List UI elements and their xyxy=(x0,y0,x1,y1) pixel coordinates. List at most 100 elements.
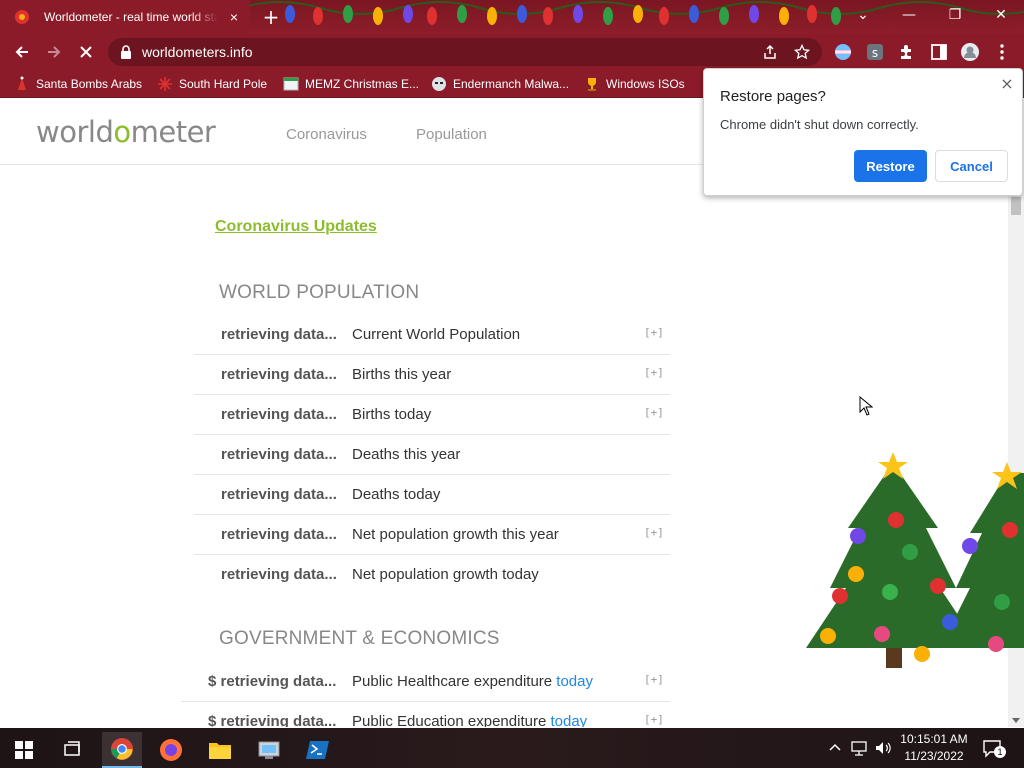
window-icon xyxy=(283,77,299,91)
tab-search-button[interactable]: ⌄ xyxy=(840,0,886,30)
stat-label: Births today xyxy=(352,406,432,423)
stat-value: retrieving data... xyxy=(221,446,337,463)
enderman-icon xyxy=(432,77,446,91)
system-clock[interactable]: 10:15:01 AM 11/23/2022 xyxy=(893,731,975,765)
stat-value: retrieving data... xyxy=(221,326,337,343)
logo-text-start: world xyxy=(36,115,114,149)
tab-title: Worldometer - real time world statistics xyxy=(44,10,218,24)
bookmark-label: South Hard Pole xyxy=(179,77,268,91)
bookmark-item[interactable]: Santa Bombs Arabs xyxy=(14,70,142,98)
network-icon[interactable] xyxy=(850,738,868,758)
scrollbar-thumb[interactable] xyxy=(1011,197,1021,215)
bookmark-item[interactable]: Endermanch Malwa... xyxy=(431,70,569,98)
taskbar-firefox[interactable] xyxy=(151,732,191,768)
stat-row: retrieving data... Net population growth… xyxy=(194,515,670,555)
close-icon xyxy=(80,46,92,58)
clock-time: 10:15:01 AM xyxy=(900,732,968,746)
svg-text:s: s xyxy=(872,46,878,60)
bookmark-item[interactable]: Windows ISOs xyxy=(584,70,685,98)
stat-label: Net population growth this year xyxy=(352,526,559,543)
chrome-icon xyxy=(111,738,133,760)
forward-button[interactable] xyxy=(42,40,66,64)
show-hidden-icons-chevron-icon[interactable] xyxy=(828,738,842,758)
side-panel-icon[interactable] xyxy=(929,42,949,62)
clock-date: 11/23/2022 xyxy=(904,749,964,763)
maximize-button[interactable]: ❐ xyxy=(932,0,978,30)
expand-toggle[interactable]: [+] xyxy=(644,406,664,419)
task-view-button[interactable] xyxy=(52,732,92,768)
expand-toggle[interactable]: [+] xyxy=(644,366,664,379)
dialog-close-icon[interactable]: × xyxy=(998,75,1016,93)
stat-label-today: today xyxy=(556,673,593,690)
cancel-button[interactable]: Cancel xyxy=(935,150,1008,182)
extension-s-icon[interactable]: s xyxy=(865,42,885,62)
coronavirus-updates-link[interactable]: Coronavirus Updates xyxy=(215,218,377,236)
taskbar-powershell[interactable] xyxy=(298,732,338,768)
stat-value: $ retrieving data... xyxy=(208,713,337,727)
stat-value: retrieving data... xyxy=(221,366,337,383)
stat-value: retrieving data... xyxy=(221,526,337,543)
task-view-icon xyxy=(64,741,80,756)
bookmark-label: Santa Bombs Arabs xyxy=(36,77,143,91)
expand-toggle[interactable]: [+] xyxy=(644,713,664,726)
stat-label: Deaths today xyxy=(352,486,441,503)
folder-icon xyxy=(209,743,231,759)
bookmark-label: Windows ISOs xyxy=(606,77,685,91)
address-bar[interactable]: worldometers.info xyxy=(108,38,822,66)
star-icon[interactable] xyxy=(794,44,810,60)
expand-toggle[interactable]: [+] xyxy=(644,526,664,539)
stat-value: retrieving data... xyxy=(221,486,337,503)
section-title-world-population: WORLD POPULATION xyxy=(219,282,420,303)
profile-avatar-icon[interactable] xyxy=(960,42,980,62)
stat-label: Births this year xyxy=(352,366,452,383)
stat-value: $ retrieving data... xyxy=(208,673,337,690)
expand-toggle[interactable]: [+] xyxy=(644,326,664,339)
expand-toggle[interactable]: [+] xyxy=(644,673,664,686)
stat-label: Net population growth today xyxy=(352,566,539,583)
volume-icon[interactable] xyxy=(874,738,892,758)
scroll-down-arrow-icon[interactable] xyxy=(1012,716,1020,724)
share-icon[interactable] xyxy=(762,44,778,60)
taskbar-file-explorer[interactable] xyxy=(200,732,240,768)
powershell-icon xyxy=(306,741,329,759)
taskbar-chrome[interactable] xyxy=(102,732,142,768)
stop-loading-button[interactable] xyxy=(74,40,98,64)
stat-row: $ retrieving data... Public Education ex… xyxy=(181,702,670,727)
control-panel-icon xyxy=(258,741,280,759)
extension-flag-icon[interactable] xyxy=(833,42,853,62)
nav-population[interactable]: Population xyxy=(416,126,487,143)
back-button[interactable] xyxy=(10,40,34,64)
restore-pages-dialog: Restore pages? Chrome didn't shut down c… xyxy=(703,68,1023,196)
new-tab-button[interactable]: + xyxy=(260,6,282,28)
stat-value: retrieving data... xyxy=(221,566,337,583)
stat-label-text: Public Education expenditure xyxy=(352,713,547,727)
taskbar-control-panel[interactable] xyxy=(249,732,289,768)
nav-coronavirus[interactable]: Coronavirus xyxy=(286,126,367,143)
restore-button[interactable]: Restore xyxy=(854,150,927,182)
logo-text-o: o xyxy=(113,115,131,149)
notification-badge: 1 xyxy=(994,746,1006,758)
active-tab[interactable]: Worldometer - real time world statistics… xyxy=(0,0,250,34)
tab-strip: Worldometer - real time world statistics… xyxy=(0,0,1024,34)
snowflake-icon xyxy=(158,77,172,91)
minimize-button[interactable]: — xyxy=(886,0,932,30)
puzzle-icon[interactable] xyxy=(897,42,917,62)
kebab-menu-icon[interactable] xyxy=(992,42,1012,62)
section-title-government-economics: GOVERNMENT & ECONOMICS xyxy=(219,628,500,649)
stat-row: retrieving data... Births this year [+] xyxy=(194,355,670,395)
logo-text-end: meter xyxy=(130,115,216,149)
stat-row: retrieving data... Deaths this year xyxy=(194,435,670,475)
windows-taskbar: 10:15:01 AM 11/23/2022 1 xyxy=(0,728,1024,768)
close-window-button[interactable]: ✕ xyxy=(978,0,1024,30)
start-button[interactable] xyxy=(4,732,44,768)
bookmark-item[interactable]: South Hard Pole xyxy=(157,70,267,98)
action-center-button[interactable]: 1 xyxy=(982,738,1006,758)
stat-label: Deaths this year xyxy=(352,446,461,463)
bookmark-item[interactable]: MEMZ Christmas E... xyxy=(283,70,419,98)
christmas-trees-decoration xyxy=(806,452,1024,668)
tab-close-icon[interactable]: × xyxy=(226,9,242,25)
stat-label: Public Education expenditure today xyxy=(352,713,587,727)
stat-label-text: Public Healthcare expenditure xyxy=(352,673,553,690)
worldometer-logo[interactable]: worldometer xyxy=(36,115,216,149)
arrow-left-icon xyxy=(15,46,28,58)
